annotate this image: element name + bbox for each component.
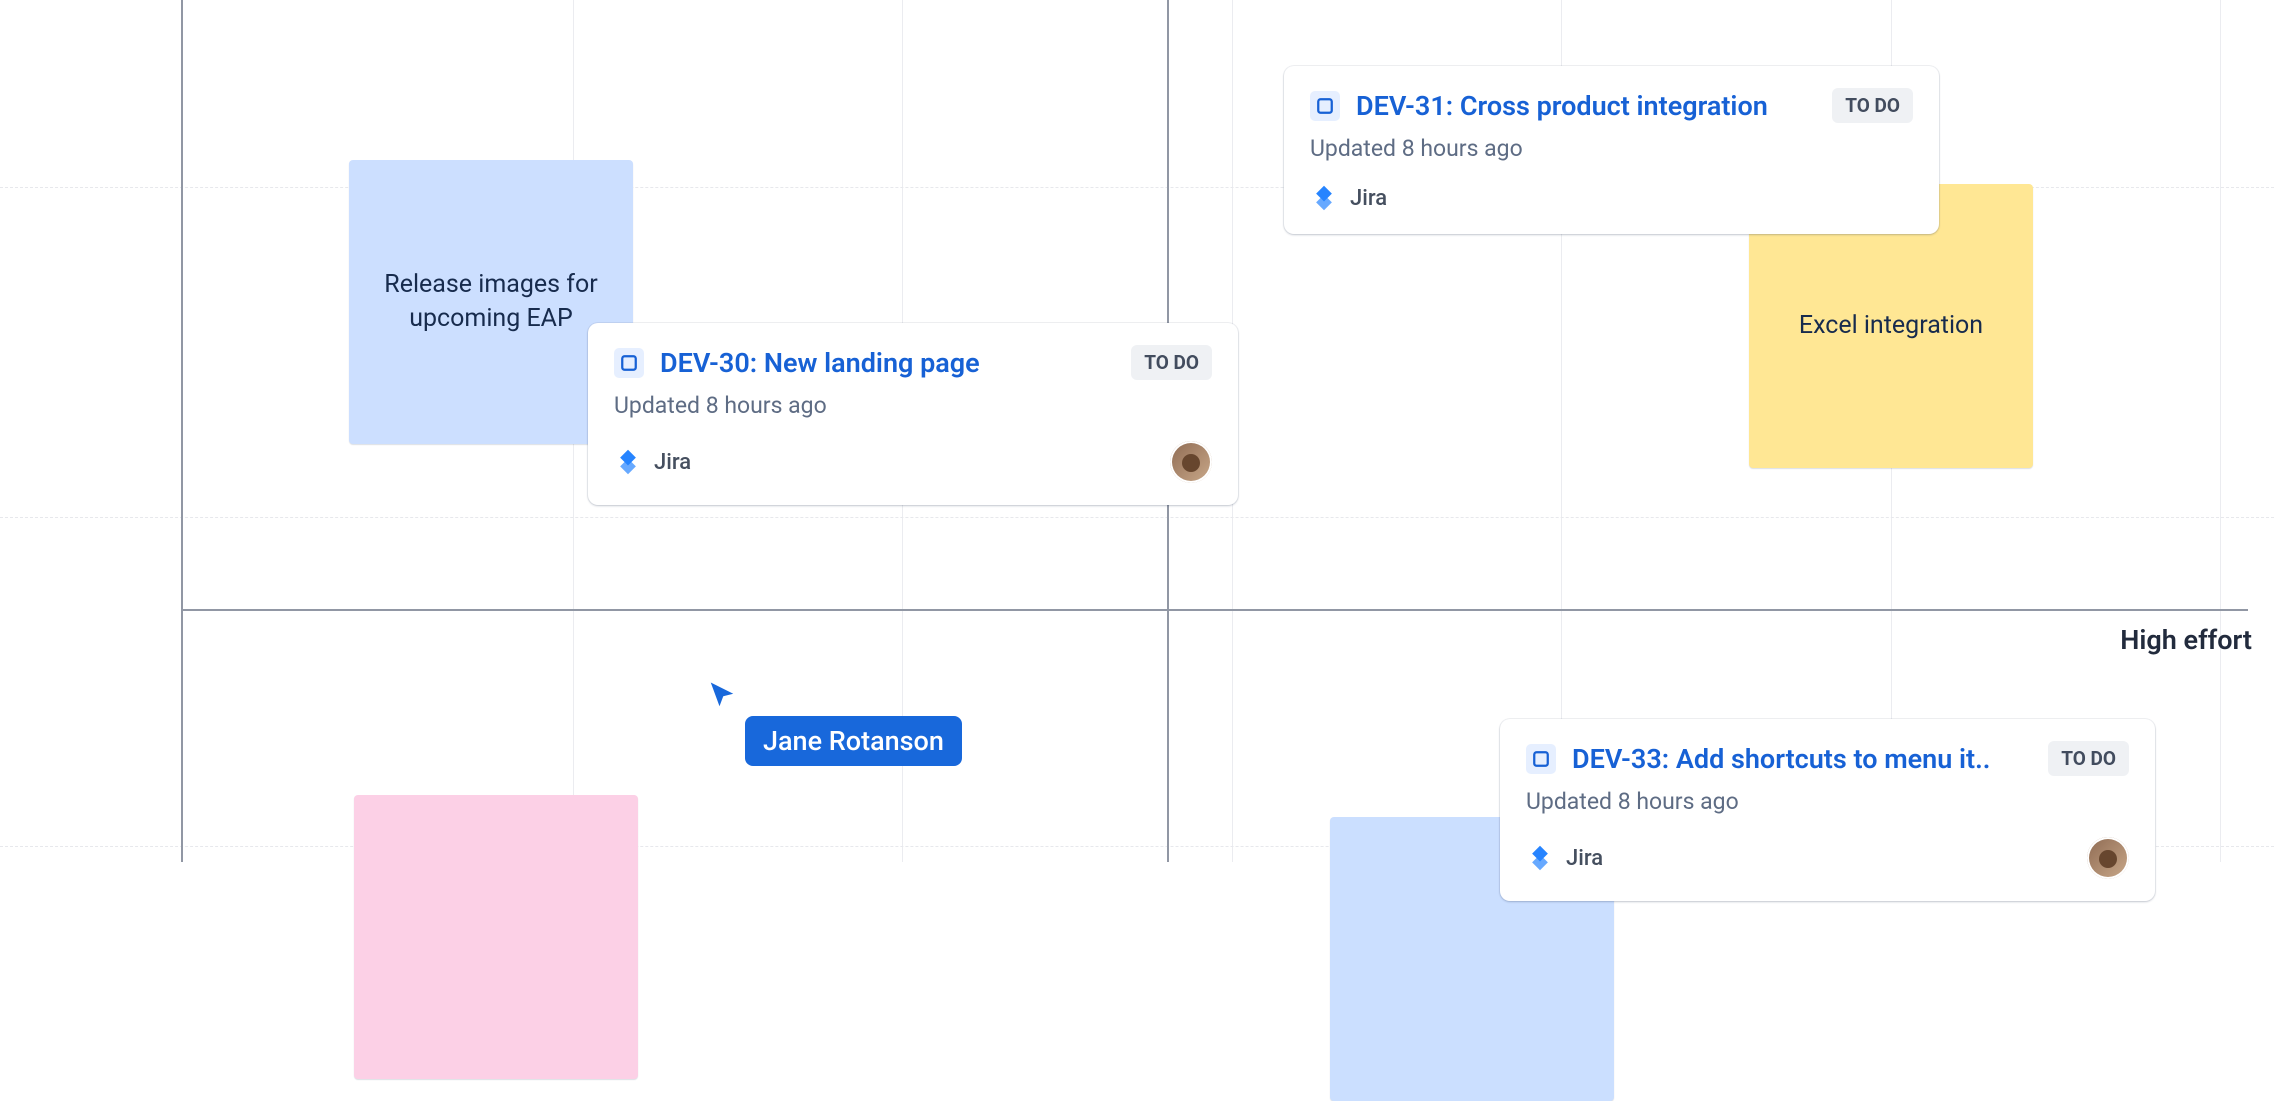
grid-vline [2220, 0, 2221, 862]
task-icon [614, 348, 644, 378]
jira-card-dev33[interactable]: DEV-33: Add shortcuts to menu it.. TO DO… [1500, 719, 2155, 901]
task-icon [1310, 91, 1340, 121]
grid-hline [0, 517, 2274, 518]
jira-card-title: DEV-31: Cross product integration [1356, 90, 1768, 122]
sticky-note-pink[interactable] [354, 795, 638, 1079]
status-badge: TO DO [2048, 741, 2129, 776]
jira-card-title: DEV-30: New landing page [660, 347, 980, 379]
jira-card-dev30[interactable]: DEV-30: New landing page TO DO Updated 8… [588, 323, 1238, 505]
presence-cursor-icon [707, 680, 737, 710]
whiteboard-canvas[interactable]: Release images for upcoming EAP Excel in… [0, 0, 2274, 862]
status-badge: TO DO [1131, 345, 1212, 380]
presence-user-name: Jane Rotanson [763, 725, 944, 757]
presence-name-pill: Jane Rotanson [745, 716, 962, 766]
jira-app-label: Jira [1566, 846, 1603, 871]
jira-logo-icon [614, 448, 642, 476]
sticky-note-text: Excel integration [1799, 309, 1983, 343]
jira-app-label: Jira [1350, 186, 1387, 211]
assignee-avatar[interactable] [1170, 441, 1212, 483]
quadrant-axis-horizontal [181, 609, 2248, 611]
assignee-avatar[interactable] [2087, 837, 2129, 879]
status-badge: TO DO [1832, 88, 1913, 123]
jira-logo-icon [1310, 184, 1338, 212]
sticky-note-text: Release images for upcoming EAP [367, 268, 615, 336]
task-icon [1526, 744, 1556, 774]
jira-card-title: DEV-33: Add shortcuts to menu it.. [1572, 743, 1990, 775]
jira-card-updated: Updated 8 hours ago [614, 392, 1212, 419]
quadrant-axis-vertical-left [181, 0, 183, 862]
axis-label-right: High effort [2120, 624, 2252, 656]
jira-app-label: Jira [654, 450, 691, 475]
jira-card-dev31[interactable]: DEV-31: Cross product integration TO DO … [1284, 66, 1939, 234]
jira-card-updated: Updated 8 hours ago [1526, 788, 2129, 815]
jira-card-updated: Updated 8 hours ago [1310, 135, 1913, 162]
jira-logo-icon [1526, 844, 1554, 872]
